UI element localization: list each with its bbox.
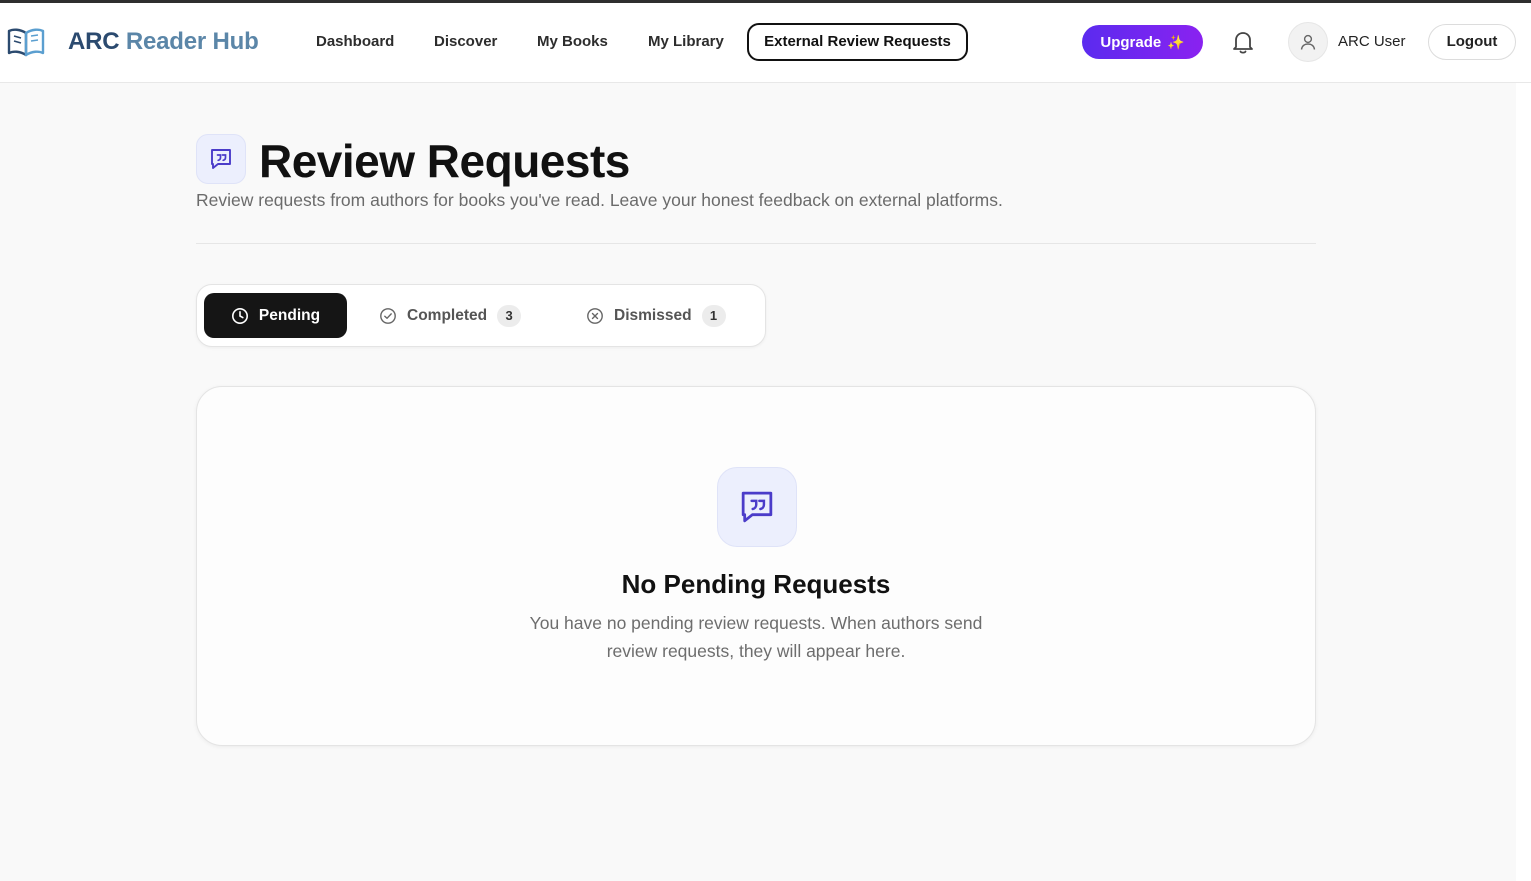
- brand-part-1: ARC: [68, 28, 120, 55]
- status-tabs: Pending Completed 3 Dismissed 1: [196, 284, 766, 347]
- tab-pending[interactable]: Pending: [204, 293, 347, 338]
- open-book-logo-icon[interactable]: [7, 27, 45, 57]
- page-subtitle: Review requests from authors for books y…: [196, 190, 1003, 210]
- avatar[interactable]: [1288, 22, 1328, 62]
- upgrade-label: Upgrade: [1100, 33, 1162, 51]
- empty-state-text: You have no pending review requests. Whe…: [529, 613, 983, 661]
- message-quote-icon: [196, 134, 246, 184]
- check-circle-icon: [380, 307, 396, 324]
- tab-dismissed-label: Dismissed: [614, 306, 692, 324]
- dismissed-count-badge: 1: [701, 304, 726, 327]
- scrollbar[interactable]: [1516, 83, 1531, 881]
- nav-my-library[interactable]: My Library: [648, 23, 724, 61]
- x-circle-icon: [587, 307, 603, 324]
- upgrade-button[interactable]: Upgrade ✨: [1082, 25, 1203, 59]
- page-title: Review Requests: [259, 135, 630, 187]
- completed-count-badge: 3: [497, 304, 522, 327]
- empty-state-card: No Pending Requests You have no pending …: [196, 386, 1316, 746]
- nav-dashboard[interactable]: Dashboard: [316, 23, 394, 61]
- username[interactable]: ARC User: [1338, 23, 1406, 61]
- brand-name[interactable]: ARC Reader Hub: [68, 27, 259, 57]
- message-quote-icon: [717, 467, 797, 547]
- bell-icon[interactable]: [1228, 27, 1258, 57]
- nav-my-books[interactable]: My Books: [537, 23, 608, 61]
- nav-discover[interactable]: Discover: [434, 23, 497, 61]
- clock-icon: [231, 307, 248, 324]
- brand-part-2: Reader Hub: [125, 28, 259, 55]
- sparkle-icon: ✨: [1167, 33, 1185, 50]
- empty-state-title: No Pending Requests: [621, 569, 891, 599]
- nav-external-review-requests[interactable]: External Review Requests: [747, 23, 968, 61]
- logout-button[interactable]: Logout: [1428, 24, 1516, 60]
- divider: [196, 243, 1316, 244]
- tab-completed-label: Completed: [407, 306, 488, 324]
- tab-completed[interactable]: Completed 3: [379, 293, 522, 338]
- user-icon: [1300, 34, 1316, 50]
- top-navbar: ARC Reader Hub Dashboard Discover My Boo…: [0, 3, 1531, 83]
- tab-dismissed[interactable]: Dismissed 1: [586, 293, 726, 338]
- tab-pending-label: Pending: [258, 306, 321, 324]
